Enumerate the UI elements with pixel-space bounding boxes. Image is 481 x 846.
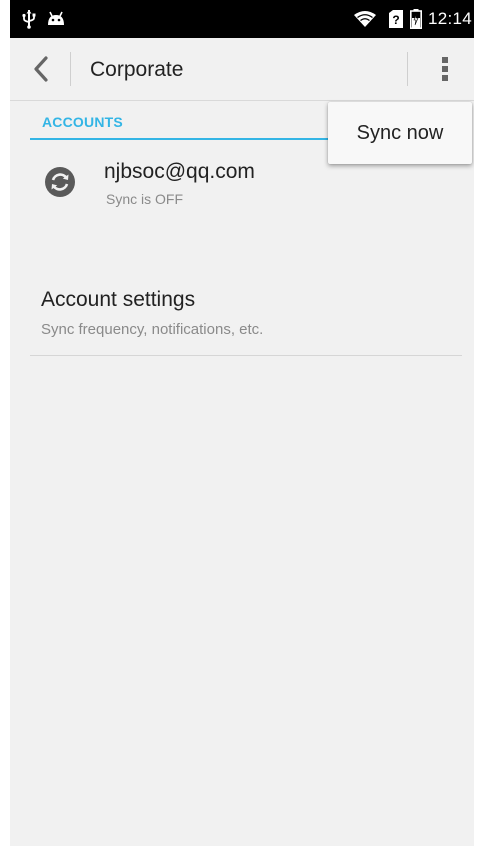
overflow-menu-icon	[442, 57, 448, 81]
back-button[interactable]	[24, 52, 58, 86]
action-bar-divider	[70, 52, 71, 86]
wifi-icon	[350, 0, 380, 38]
sync-icon	[45, 167, 75, 197]
phone-screen: ? 12:14 Corporate ACCOUNTS njbsoc@qq.com…	[10, 0, 474, 846]
action-bar: Corporate	[10, 38, 474, 101]
overflow-menu-button[interactable]	[428, 50, 462, 88]
svg-text:?: ?	[392, 13, 399, 27]
account-settings-title: Account settings	[41, 288, 196, 311]
usb-icon	[18, 0, 40, 38]
back-chevron-icon	[34, 56, 48, 82]
no-sim-icon: ?	[387, 0, 405, 38]
status-bar: ? 12:14	[10, 0, 474, 38]
status-time: 12:14	[428, 9, 473, 28]
overflow-popup-menu: Sync now	[328, 102, 472, 164]
account-settings-item[interactable]: Account settings Sync frequency, notific…	[30, 282, 462, 356]
section-header-label: ACCOUNTS	[42, 114, 123, 130]
sync-now-menu-item[interactable]: Sync now	[328, 102, 472, 164]
android-debug-icon	[44, 0, 68, 38]
action-bar-divider	[407, 52, 408, 86]
account-sync-status: Sync is OFF	[106, 191, 184, 207]
page-title: Corporate	[90, 58, 184, 81]
account-settings-subtitle: Sync frequency, notifications, etc.	[41, 321, 264, 338]
battery-charging-icon	[408, 0, 424, 38]
account-email: njbsoc@qq.com	[104, 160, 255, 183]
